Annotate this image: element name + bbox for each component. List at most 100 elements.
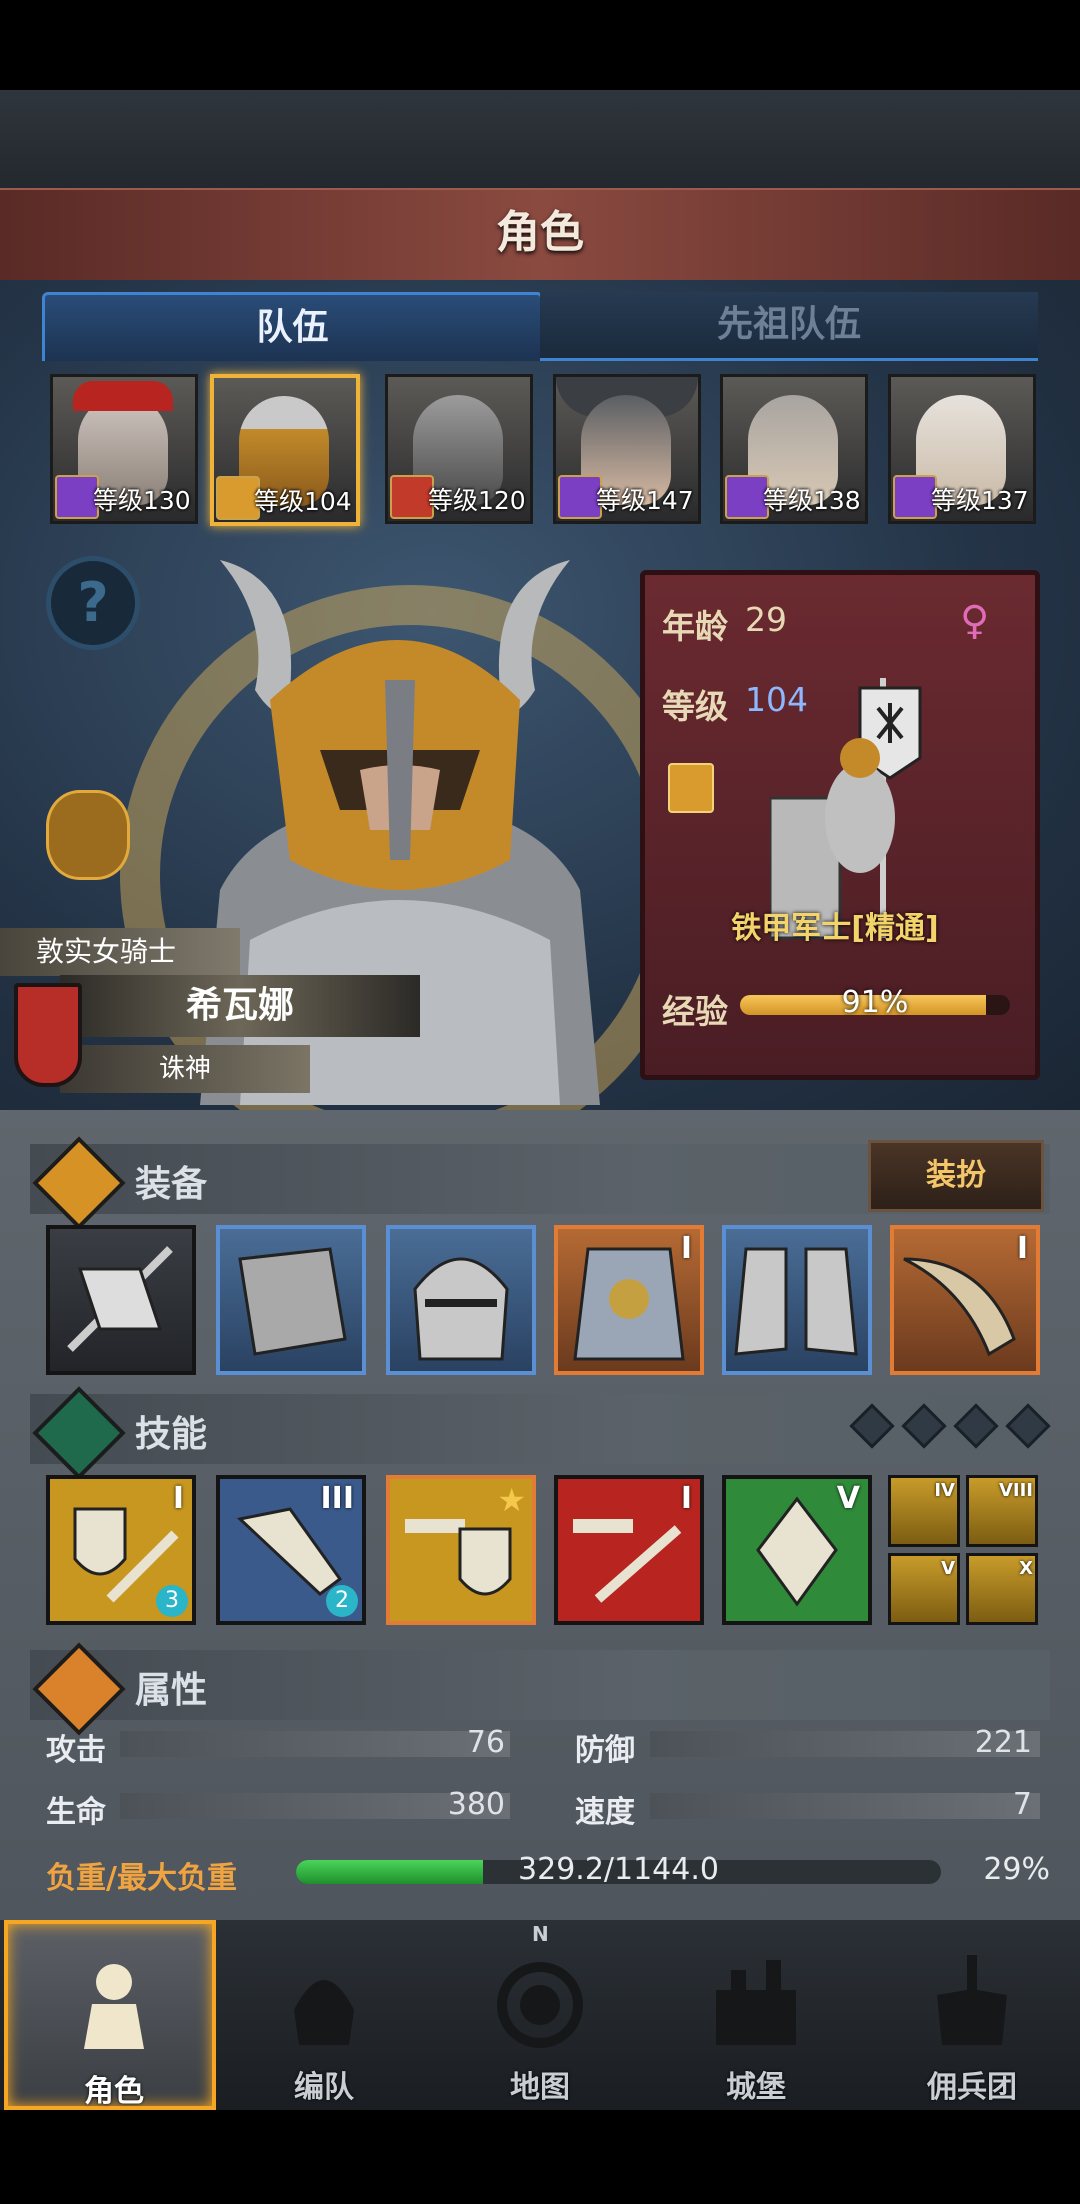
great-helm-icon bbox=[413, 1257, 509, 1361]
compass-north-label: N bbox=[532, 1922, 549, 1946]
roster-hero-5[interactable]: 等级138 bbox=[720, 374, 868, 524]
load-value: 329.2/1144.0 bbox=[518, 1852, 719, 1887]
skill-badge: 2 bbox=[326, 1585, 358, 1617]
hero-level: 等级138 bbox=[763, 486, 861, 515]
character-name[interactable]: 希瓦娜 bbox=[60, 975, 420, 1037]
skill-slot-1[interactable]: I 3 bbox=[46, 1475, 196, 1625]
roster-hero-2[interactable]: 等级104 bbox=[210, 374, 360, 526]
passive-skill-2[interactable]: VIII bbox=[966, 1475, 1038, 1547]
roster-hero-6[interactable]: 等级137 bbox=[888, 374, 1036, 524]
exp-label: 经验 bbox=[662, 992, 728, 1031]
tier-label: X bbox=[1019, 1558, 1033, 1579]
equip-slot-armor[interactable]: I bbox=[554, 1225, 704, 1375]
skills-title: 技能 bbox=[135, 1414, 208, 1455]
tier-label: IV bbox=[934, 1480, 955, 1501]
skill-point-icon bbox=[849, 1403, 895, 1449]
knight-icon bbox=[84, 1964, 144, 2049]
banner-icon bbox=[67, 1246, 173, 1352]
level-label: 等级 bbox=[662, 687, 728, 726]
skill-point-icon bbox=[901, 1403, 947, 1449]
equip-slot-greaves[interactable] bbox=[722, 1225, 872, 1375]
crown-icon bbox=[73, 381, 173, 411]
greaves-icon bbox=[734, 1247, 858, 1356]
nav-label: 角色 bbox=[84, 2074, 144, 2109]
nav-castle[interactable]: 城堡 bbox=[650, 1920, 862, 2110]
passive-skill-1[interactable]: IV bbox=[888, 1475, 960, 1547]
character-title: 敦实女骑士 bbox=[0, 928, 240, 976]
hero-level: 等级147 bbox=[596, 486, 694, 515]
hp-value: 380 bbox=[447, 1787, 505, 1822]
skill-slot-2[interactable]: III 2 bbox=[216, 1475, 366, 1625]
exp-value: 91% bbox=[841, 985, 909, 1020]
tier-label: VIII bbox=[998, 1480, 1033, 1501]
attack-value: 76 bbox=[466, 1725, 505, 1760]
roster-hero-1[interactable]: 等级130 bbox=[50, 374, 198, 524]
helmet-icon bbox=[294, 1980, 354, 2045]
compass-icon bbox=[497, 1962, 583, 2048]
nav-label: 佣兵团 bbox=[927, 2070, 1017, 2105]
hero-level: 等级130 bbox=[93, 486, 191, 515]
roster-hero-3[interactable]: 等级120 bbox=[385, 374, 533, 524]
speed-value: 7 bbox=[1012, 1787, 1032, 1822]
star-badge-icon: ★ bbox=[497, 1481, 526, 1519]
equip-slot-banner[interactable] bbox=[46, 1225, 196, 1375]
tier-label: I bbox=[680, 1481, 692, 1516]
equipment-title: 装备 bbox=[135, 1164, 208, 1205]
dress-up-button[interactable]: 装扮 bbox=[868, 1140, 1044, 1212]
skill-slot-5[interactable]: V bbox=[722, 1475, 872, 1625]
tier-label: I bbox=[680, 1231, 692, 1266]
load-percent: 29% bbox=[983, 1852, 1050, 1887]
nav-formation[interactable]: 编队 bbox=[218, 1920, 430, 2110]
tab-ancestor-team[interactable]: 先祖队伍 bbox=[540, 292, 1038, 361]
hero-level: 等级137 bbox=[931, 486, 1029, 515]
help-button[interactable]: ? bbox=[46, 556, 140, 650]
system-bar bbox=[0, 2110, 1080, 2204]
tower-shield-icon bbox=[238, 1247, 347, 1356]
passive-skill-3[interactable]: V bbox=[888, 1553, 960, 1625]
skill-slot-4[interactable]: I bbox=[554, 1475, 704, 1625]
skill-point-icon bbox=[953, 1403, 999, 1449]
faction-crest-icon bbox=[14, 983, 82, 1087]
hero-level: 等级104 bbox=[254, 487, 352, 516]
passive-skill-4[interactable]: X bbox=[966, 1553, 1038, 1625]
nav-label: 地图 bbox=[510, 2070, 570, 2105]
potion-flask-icon[interactable] bbox=[46, 790, 130, 880]
speed-label: 速度 bbox=[575, 1795, 635, 1830]
skill-badge: 3 bbox=[156, 1585, 188, 1617]
attack-label: 攻击 bbox=[46, 1733, 106, 1768]
defense-label: 防御 bbox=[575, 1733, 635, 1768]
skill-points-indicator bbox=[849, 1403, 1064, 1449]
header-strip bbox=[0, 90, 1080, 190]
equip-slot-shield[interactable] bbox=[216, 1225, 366, 1375]
page-title: 角色 bbox=[496, 207, 584, 258]
horn-icon bbox=[903, 1257, 1016, 1357]
nav-label: 编队 bbox=[294, 2070, 354, 2105]
defense-value: 221 bbox=[974, 1725, 1032, 1760]
equip-slot-helmet[interactable] bbox=[386, 1225, 536, 1375]
tier-label: I bbox=[1016, 1231, 1028, 1266]
tier-label: V bbox=[836, 1481, 860, 1516]
female-icon: ♀ bbox=[960, 598, 990, 644]
roster-hero-4[interactable]: 等级147 bbox=[553, 374, 701, 524]
skill-slot-3[interactable]: ★ bbox=[386, 1475, 536, 1625]
class-shield-icon bbox=[668, 763, 714, 813]
nav-label: 城堡 bbox=[726, 2070, 786, 2105]
equip-slot-accessory[interactable]: I bbox=[890, 1225, 1040, 1375]
nav-mercenary[interactable]: 佣兵团 bbox=[866, 1920, 1078, 2110]
age-value: 29 bbox=[745, 600, 787, 639]
tier-label: I bbox=[172, 1481, 184, 1516]
plate-armor-icon bbox=[573, 1247, 685, 1361]
nav-map[interactable]: N 地图 bbox=[434, 1920, 646, 2110]
status-bar bbox=[0, 0, 1080, 90]
skill-point-icon bbox=[1005, 1403, 1051, 1449]
tab-team[interactable]: 队伍 bbox=[42, 292, 543, 361]
tier-label: III bbox=[320, 1481, 355, 1516]
hero-level: 等级120 bbox=[428, 486, 526, 515]
hp-label: 生命 bbox=[46, 1795, 106, 1830]
castle-icon bbox=[716, 1960, 796, 2045]
mercenary-icon bbox=[937, 1955, 1007, 2045]
tier-label: V bbox=[941, 1558, 955, 1579]
nav-character[interactable]: 角色 bbox=[4, 1920, 216, 2110]
dumbbell-sword-icon bbox=[573, 1519, 682, 1603]
attributes-title: 属性 bbox=[135, 1670, 208, 1711]
